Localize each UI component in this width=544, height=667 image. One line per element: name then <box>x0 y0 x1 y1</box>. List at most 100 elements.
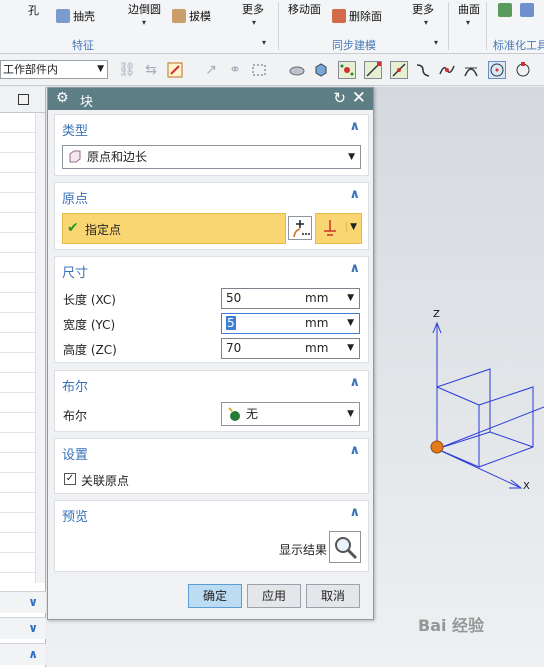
surface-button[interactable]: 曲面 <box>458 1 480 17</box>
std-tool-button-1[interactable] <box>498 3 512 17</box>
list-item[interactable] <box>0 493 35 513</box>
settings-header-label: 设置 <box>62 448 89 463</box>
dialog-titlebar[interactable]: ⚙ 块 ↻ ✕ <box>48 88 373 110</box>
dimensions-section-header[interactable]: 尺寸 ∧ <box>55 257 368 283</box>
chevron-down-icon[interactable]: ▾ <box>142 18 146 27</box>
list-item[interactable] <box>0 313 35 333</box>
collapse-caret-icon[interactable]: ∧ <box>349 375 360 390</box>
chevron-down-icon[interactable]: ▾ <box>466 18 470 27</box>
list-item[interactable] <box>0 553 35 573</box>
list-item[interactable] <box>0 453 35 473</box>
maximize-icon[interactable] <box>18 94 29 105</box>
chevron-down-icon[interactable]: ▾ <box>252 18 256 27</box>
list-item[interactable] <box>0 393 35 413</box>
intersection-icon[interactable] <box>438 61 456 79</box>
box-select-icon[interactable] <box>250 61 268 79</box>
x-axis-arrow <box>509 479 523 489</box>
list-item[interactable] <box>0 433 35 453</box>
link-icon[interactable]: ⚭ <box>226 61 244 79</box>
associative-origin-checkbox[interactable]: ✓ <box>64 473 76 485</box>
origin-section-header[interactable]: 原点 ∧ <box>55 183 368 209</box>
collapse-caret-icon[interactable]: ∧ <box>349 505 360 520</box>
list-item[interactable] <box>0 273 35 293</box>
arrow-icon[interactable]: ↗ <box>202 61 220 79</box>
list-item[interactable] <box>0 413 35 433</box>
chevron-down-icon[interactable]: ▼ <box>347 314 354 333</box>
collapse-caret-icon[interactable]: ∧ <box>349 261 360 276</box>
width-field[interactable]: 5 mm ▼ <box>221 313 360 334</box>
list-item[interactable] <box>0 333 35 353</box>
list-item[interactable] <box>0 373 35 393</box>
more-button-sync[interactable]: 更多 <box>412 1 434 17</box>
group-expand-icon[interactable]: ▾ <box>262 38 266 47</box>
preview-section-header[interactable]: 预览 ∧ <box>55 501 368 527</box>
type-select[interactable]: 原点和边长 ▼ <box>62 145 361 169</box>
hole-button[interactable]: 孔 <box>28 2 39 18</box>
show-result-button[interactable] <box>329 531 361 563</box>
chevron-down-icon[interactable]: ▾ <box>424 18 428 27</box>
point-snap-icon[interactable] <box>338 61 356 79</box>
control-point-icon[interactable] <box>414 61 432 79</box>
solid-body-icon[interactable] <box>312 61 330 79</box>
specify-point-row[interactable]: ✔ 指定点 <box>62 213 286 244</box>
group-expand-icon[interactable]: ▾ <box>434 38 438 47</box>
boolean-section-header[interactable]: 布尔 ∧ <box>55 371 368 397</box>
shell-button[interactable]: 抽壳 <box>56 8 95 24</box>
list-item[interactable] <box>0 473 35 493</box>
apply-button[interactable]: 应用 <box>247 584 301 608</box>
gear-icon[interactable]: ⚙ <box>56 90 69 106</box>
end-point-icon[interactable] <box>364 61 382 79</box>
list-item[interactable] <box>0 113 35 133</box>
draft-button[interactable]: 拔模 <box>172 8 211 24</box>
collapse-chevron-icon[interactable]: ∧ <box>28 647 38 661</box>
list-item[interactable] <box>0 133 35 153</box>
arc-center-icon[interactable] <box>488 61 506 79</box>
preview-section[interactable]: ∧ <box>0 643 46 665</box>
dependencies-section[interactable]: ∨ <box>0 591 46 613</box>
collapse-caret-icon[interactable]: ∧ <box>349 119 360 134</box>
dialog-title: 块 <box>80 95 94 110</box>
expand-chevron-icon[interactable]: ∨ <box>28 595 38 609</box>
height-field[interactable]: 70 mm ▼ <box>221 338 360 359</box>
scope-select[interactable]: 工作部件内 ▼ <box>0 60 108 79</box>
scrollbar[interactable] <box>35 113 45 583</box>
std-tool-button-2[interactable] <box>520 3 534 17</box>
filter-icon[interactable]: ⛓ <box>118 61 136 79</box>
list-item[interactable] <box>0 353 35 373</box>
list-item[interactable] <box>0 513 35 533</box>
type-section-header[interactable]: 类型 ∧ <box>55 115 368 141</box>
delete-face-button[interactable]: 删除面 <box>332 8 382 24</box>
list-item[interactable] <box>0 293 35 313</box>
list-item[interactable] <box>0 533 35 553</box>
collapse-caret-icon[interactable]: ∧ <box>349 443 360 458</box>
list-item[interactable] <box>0 253 35 273</box>
ok-button[interactable]: 确定 <box>188 584 242 608</box>
chevron-down-icon[interactable]: ▼ <box>347 339 354 358</box>
chevron-down-icon[interactable]: ▼ <box>347 289 354 308</box>
snap-point-icon[interactable] <box>166 61 184 79</box>
quadrant-point-icon[interactable] <box>514 61 532 79</box>
list-item[interactable] <box>0 173 35 193</box>
tangent-icon[interactable] <box>462 61 480 79</box>
edge-blend-button[interactable]: 边倒圆 <box>128 1 161 17</box>
list-item[interactable] <box>0 233 35 253</box>
move-face-button[interactable]: 移动面 <box>288 1 321 17</box>
expand-chevron-icon[interactable]: ∨ <box>28 621 38 635</box>
reset-icon[interactable]: ↻ <box>333 89 346 107</box>
inferred-point-select[interactable]: ▼ <box>315 213 362 244</box>
more-button-feature[interactable]: 更多 <box>242 1 264 17</box>
list-item[interactable] <box>0 213 35 233</box>
collapse-caret-icon[interactable]: ∧ <box>349 187 360 202</box>
select-icon[interactable]: ⇆ <box>142 61 160 79</box>
point-dialog-button[interactable] <box>288 216 312 240</box>
boolean-select[interactable]: 无 ▼ <box>221 402 360 426</box>
close-icon[interactable]: ✕ <box>352 88 366 108</box>
mid-point-icon[interactable] <box>390 61 408 79</box>
list-item[interactable] <box>0 193 35 213</box>
cancel-button[interactable]: 取消 <box>306 584 360 608</box>
length-field[interactable]: 50 mm ▼ <box>221 288 360 309</box>
settings-section-header[interactable]: 设置 ∧ <box>55 439 368 465</box>
part-icon[interactable] <box>288 61 306 79</box>
details-section[interactable]: ∨ <box>0 617 46 639</box>
list-item[interactable] <box>0 153 35 173</box>
